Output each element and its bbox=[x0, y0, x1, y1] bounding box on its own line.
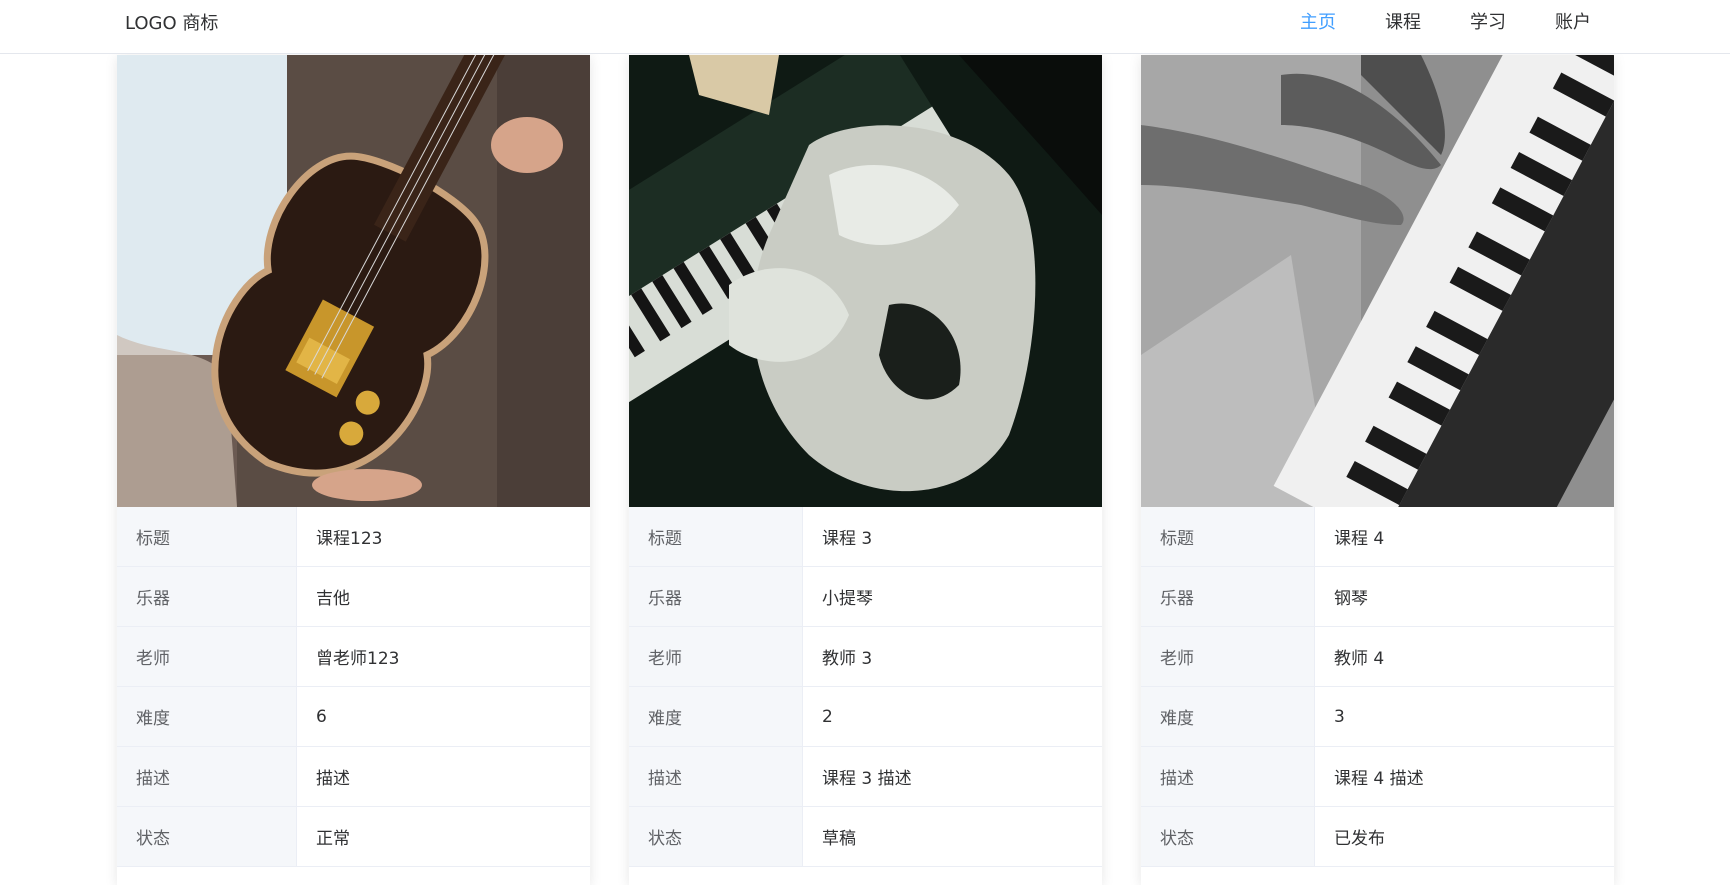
field-label: 老师 bbox=[629, 627, 803, 686]
course-instrument: 小提琴 bbox=[822, 589, 873, 609]
field-row: 标题 课程123 bbox=[117, 507, 590, 567]
main-nav: 主页 课程 学习 账户 bbox=[1300, 8, 1591, 34]
electric-guitar-photo bbox=[117, 55, 590, 507]
course-difficulty: 2 bbox=[822, 706, 833, 727]
field-row: 标题 课程 4 bbox=[1141, 507, 1614, 567]
course-card[interactable]: 标题 课程123 乐器 吉他 老师 曾老师123 难度 6 描述 描述 状态 正常 bbox=[117, 55, 590, 885]
course-card[interactable]: 标题 课程 4 乐器 钢琴 老师 教师 4 难度 3 描述 课程 4 描述 状态 已发布 bbox=[1141, 55, 1614, 885]
course-title: 课程 3 bbox=[822, 529, 873, 549]
field-label: 状态 bbox=[117, 807, 297, 866]
course-title: 课程123 bbox=[316, 529, 383, 549]
course-status: 已发布 bbox=[1334, 829, 1385, 849]
field-label: 难度 bbox=[117, 687, 297, 746]
field-label: 难度 bbox=[1141, 687, 1315, 746]
course-teacher: 教师 4 bbox=[1334, 649, 1385, 669]
course-description: 课程 4 描述 bbox=[1334, 769, 1424, 789]
field-label: 老师 bbox=[1141, 627, 1315, 686]
course-teacher: 教师 3 bbox=[822, 649, 873, 669]
field-row: 难度 2 bbox=[629, 687, 1102, 747]
field-label: 乐器 bbox=[629, 567, 803, 626]
field-row: 老师 教师 3 bbox=[629, 627, 1102, 687]
field-row: 难度 6 bbox=[117, 687, 590, 747]
course-instrument: 吉他 bbox=[316, 589, 350, 609]
field-row: 标题 课程 3 bbox=[629, 507, 1102, 567]
field-label: 乐器 bbox=[1141, 567, 1315, 626]
field-row: 乐器 小提琴 bbox=[629, 567, 1102, 627]
field-row: 乐器 钢琴 bbox=[1141, 567, 1614, 627]
field-label: 标题 bbox=[629, 507, 803, 566]
logo[interactable]: LOGO 商标 bbox=[125, 9, 218, 35]
course-difficulty: 3 bbox=[1334, 706, 1345, 727]
course-instrument: 钢琴 bbox=[1334, 589, 1368, 609]
field-label: 老师 bbox=[117, 627, 297, 686]
course-info-table: 标题 课程123 乐器 吉他 老师 曾老师123 难度 6 描述 描述 状态 正常 bbox=[117, 507, 590, 867]
field-row: 难度 3 bbox=[1141, 687, 1614, 747]
course-image[interactable] bbox=[629, 55, 1102, 507]
field-row: 老师 教师 4 bbox=[1141, 627, 1614, 687]
nav-home[interactable]: 主页 bbox=[1300, 8, 1336, 34]
nav-study[interactable]: 学习 bbox=[1470, 8, 1506, 34]
field-row: 乐器 吉他 bbox=[117, 567, 590, 627]
course-teacher: 曾老师123 bbox=[316, 649, 400, 669]
field-label: 描述 bbox=[117, 747, 297, 806]
course-difficulty: 6 bbox=[316, 706, 327, 727]
course-status: 正常 bbox=[316, 829, 350, 849]
course-status: 草稿 bbox=[822, 829, 856, 849]
field-label: 状态 bbox=[629, 807, 803, 866]
course-image[interactable] bbox=[1141, 55, 1614, 507]
field-row: 状态 已发布 bbox=[1141, 807, 1614, 867]
course-description: 课程 3 描述 bbox=[822, 769, 912, 789]
field-row: 描述 课程 3 描述 bbox=[629, 747, 1102, 807]
course-description: 描述 bbox=[316, 769, 350, 789]
field-label: 标题 bbox=[1141, 507, 1315, 566]
course-title: 课程 4 bbox=[1334, 529, 1385, 549]
field-label: 状态 bbox=[1141, 807, 1315, 866]
field-label: 乐器 bbox=[117, 567, 297, 626]
field-row: 描述 课程 4 描述 bbox=[1141, 747, 1614, 807]
course-image[interactable] bbox=[117, 55, 590, 507]
piano-hands-bw-photo bbox=[1141, 55, 1614, 507]
field-row: 老师 曾老师123 bbox=[117, 627, 590, 687]
piano-player-photo bbox=[629, 55, 1102, 507]
course-info-table: 标题 课程 4 乐器 钢琴 老师 教师 4 难度 3 描述 课程 4 描述 状态 已发布 bbox=[1141, 507, 1614, 867]
field-label: 标题 bbox=[117, 507, 297, 566]
field-row: 状态 草稿 bbox=[629, 807, 1102, 867]
field-label: 描述 bbox=[629, 747, 803, 806]
top-header: LOGO 商标 主页 课程 学习 账户 bbox=[0, 0, 1730, 54]
field-row: 状态 正常 bbox=[117, 807, 590, 867]
course-info-table: 标题 课程 3 乐器 小提琴 老师 教师 3 难度 2 描述 课程 3 描述 状态 草稿 bbox=[629, 507, 1102, 867]
nav-courses[interactable]: 课程 bbox=[1385, 8, 1421, 34]
field-label: 描述 bbox=[1141, 747, 1315, 806]
field-row: 描述 描述 bbox=[117, 747, 590, 807]
course-card[interactable]: 标题 课程 3 乐器 小提琴 老师 教师 3 难度 2 描述 课程 3 描述 状态 草稿 bbox=[629, 55, 1102, 885]
field-label: 难度 bbox=[629, 687, 803, 746]
nav-account[interactable]: 账户 bbox=[1555, 8, 1591, 34]
